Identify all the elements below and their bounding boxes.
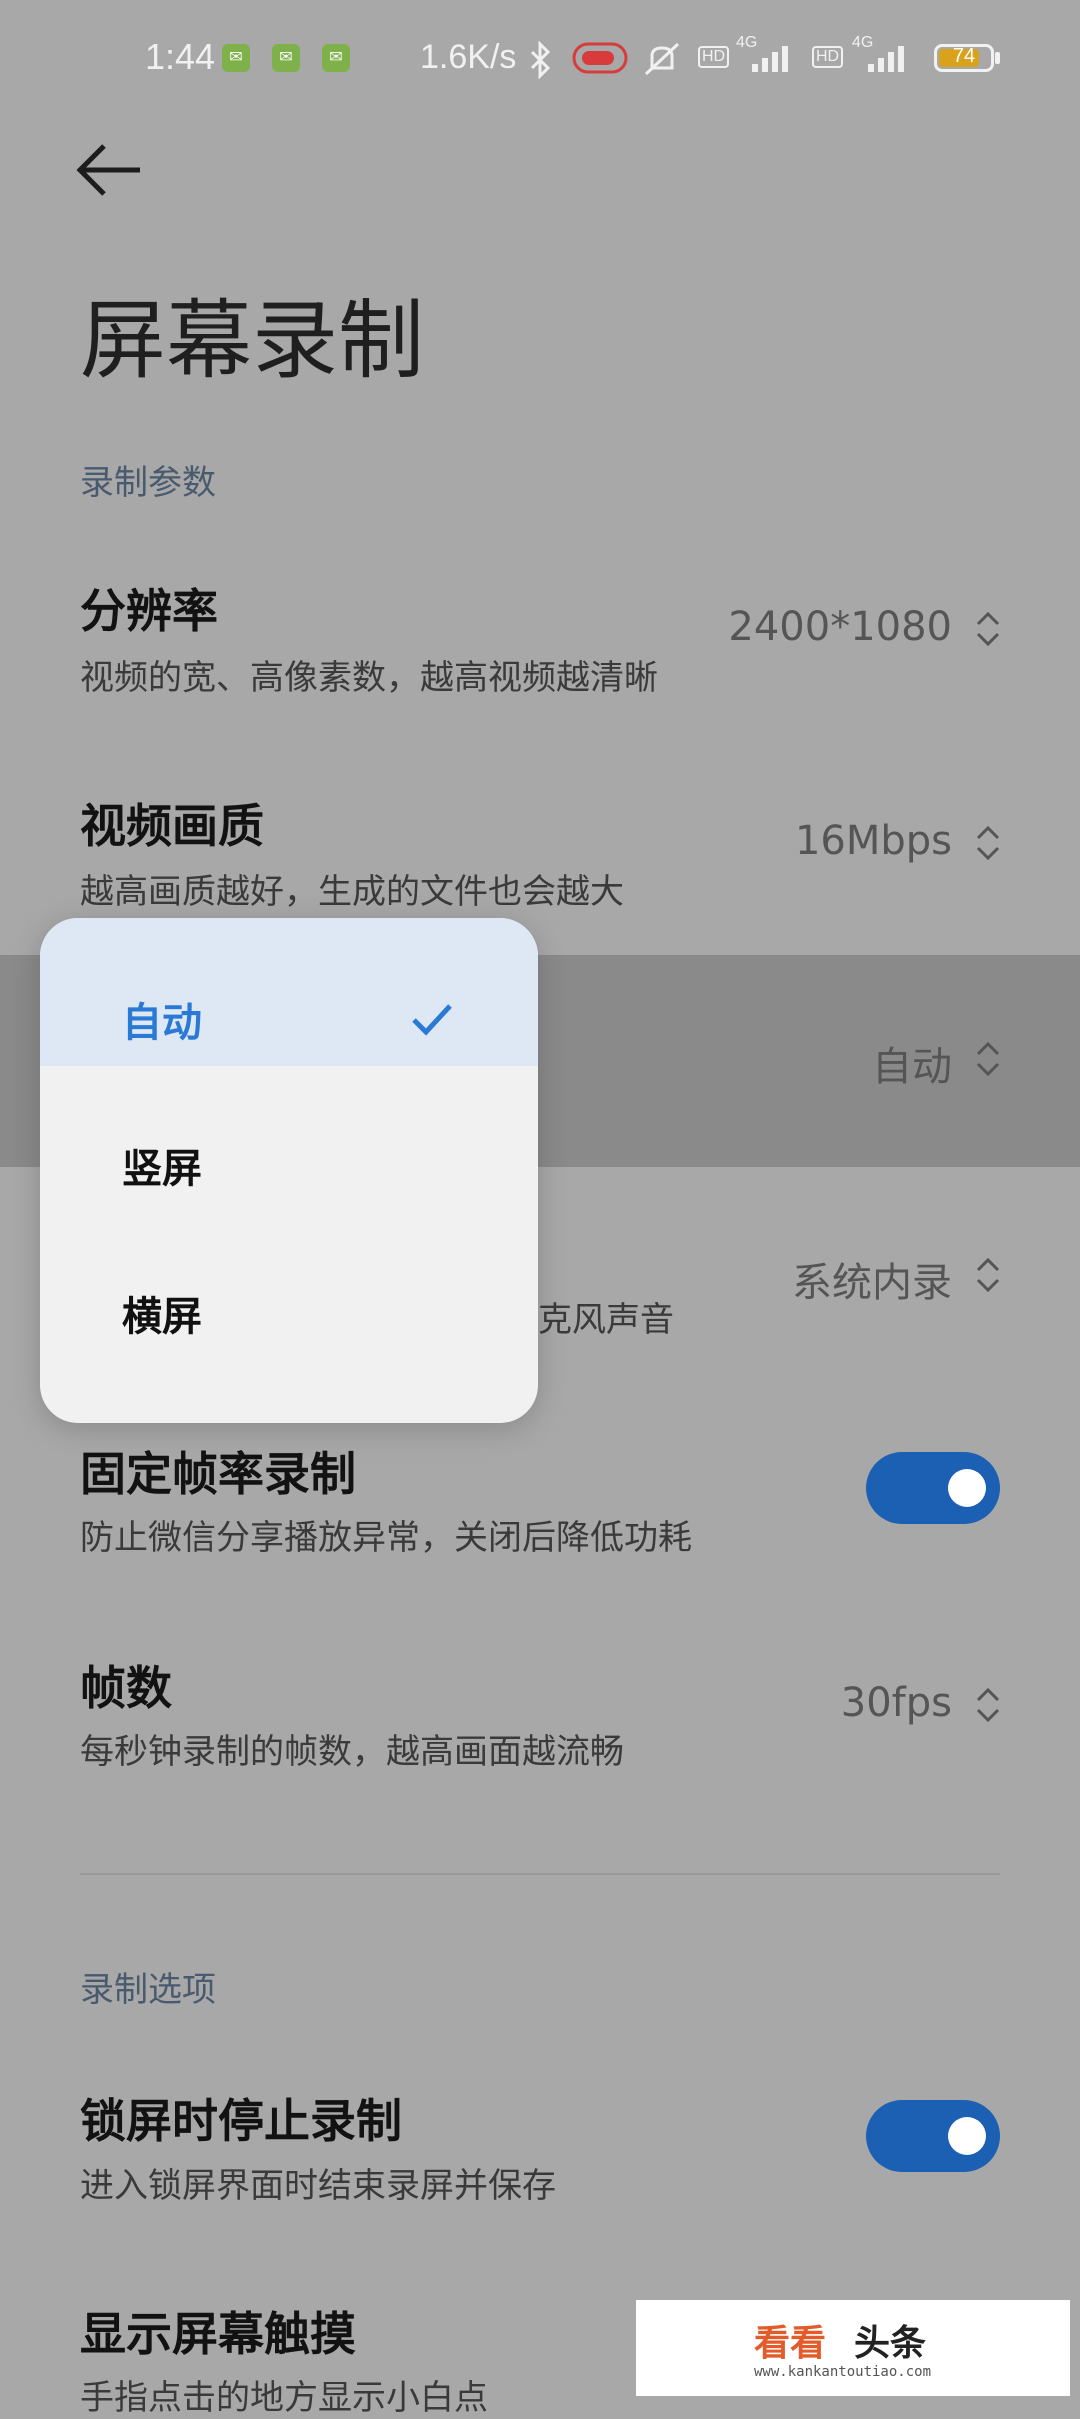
- mute-icon: [644, 42, 680, 76]
- checkmark-icon: [412, 1004, 452, 1036]
- divider: [80, 1873, 1000, 1875]
- fixed-fps-toggle[interactable]: [866, 1452, 1000, 1524]
- lock-stop-toggle[interactable]: [866, 2100, 1000, 2172]
- chevron-updown-icon: [976, 825, 1000, 861]
- row-subtitle: 手指点击的地方显示小白点: [80, 2378, 488, 2418]
- section-header-options: 录制选项: [80, 1970, 216, 2010]
- wechat-icon: ✉: [222, 44, 250, 72]
- row-title: 锁屏时停止录制: [80, 2094, 402, 2148]
- row-subtitle: 视频的宽、高像素数，越高视频越清晰: [80, 658, 658, 698]
- row-title: 固定帧率录制: [80, 1447, 356, 1501]
- signal-4g-icon: [868, 46, 904, 72]
- watermark-url: www.kankantoutiao.com: [754, 2364, 932, 2380]
- bluetooth-icon: [530, 40, 551, 80]
- status-time: 1:44: [145, 36, 216, 77]
- row-value: 2400*1080: [728, 604, 952, 650]
- menu-item-landscape[interactable]: 横屏: [40, 1242, 538, 1390]
- row-title: 分辨率: [80, 584, 218, 638]
- row-value: 30fps: [840, 1680, 952, 1726]
- toggle-knob: [948, 1469, 986, 1507]
- wechat-icon: ✉: [322, 44, 350, 72]
- menu-item-label: 横屏: [122, 1294, 202, 1340]
- watermark-brand2: 头条: [854, 2323, 927, 2364]
- menu-item-auto[interactable]: 自动: [40, 918, 538, 1066]
- section-header-params: 录制参数: [80, 463, 216, 503]
- orientation-dropdown-menu: 自动 竖屏 横屏: [40, 918, 538, 1423]
- net-speed: 1.6K/s: [420, 38, 517, 76]
- battery-tip: [995, 52, 1000, 64]
- hd-icon: HD: [812, 46, 844, 68]
- arrow-left-icon[interactable]: [70, 130, 170, 210]
- row-subtitle: 越高画质越好，生成的文件也会越大: [80, 872, 624, 912]
- chevron-updown-icon: [976, 1257, 1000, 1293]
- chevron-updown-icon: [976, 611, 1000, 647]
- row-subtitle: 防止微信分享播放异常，关闭后降低功耗: [80, 1518, 692, 1558]
- battery-level: 74: [952, 45, 976, 67]
- row-subtitle: 每秒钟录制的帧数，越高画面越流畅: [80, 1732, 624, 1772]
- toggle-knob: [948, 2117, 986, 2155]
- row-subtitle: 克风声音: [538, 1300, 674, 1340]
- watermark-brand: 看看: [754, 2323, 827, 2364]
- watermark: 看看 头条 www.kankantoutiao.com: [636, 2300, 1070, 2396]
- chevron-updown-icon: [976, 1041, 1000, 1077]
- wechat-icon: ✉: [272, 44, 300, 72]
- hd-icon: HD: [698, 46, 730, 68]
- row-value: 16Mbps: [794, 818, 952, 864]
- record-indicator-icon: [572, 42, 628, 74]
- row-title: 显示屏幕触摸: [80, 2307, 356, 2361]
- status-bar: 1:44 ✉ ✉ ✉ 1.6K/s HD 4G HD 4G 74: [0, 0, 1080, 120]
- audio-value: 系统内录: [792, 1260, 952, 1306]
- signal-4g-icon: [752, 46, 788, 72]
- row-title: 帧数: [80, 1661, 172, 1715]
- chevron-updown-icon: [976, 1687, 1000, 1723]
- orientation-value: 自动: [872, 1044, 952, 1090]
- menu-item-portrait[interactable]: 竖屏: [40, 1094, 538, 1242]
- battery-icon: 74: [934, 44, 994, 72]
- row-subtitle: 进入锁屏界面时结束录屏并保存: [80, 2166, 556, 2206]
- menu-item-label: 竖屏: [122, 1146, 202, 1192]
- row-title: 视频画质: [80, 799, 264, 853]
- page-title: 屏幕录制: [80, 291, 424, 391]
- menu-item-label: 自动: [122, 1000, 202, 1046]
